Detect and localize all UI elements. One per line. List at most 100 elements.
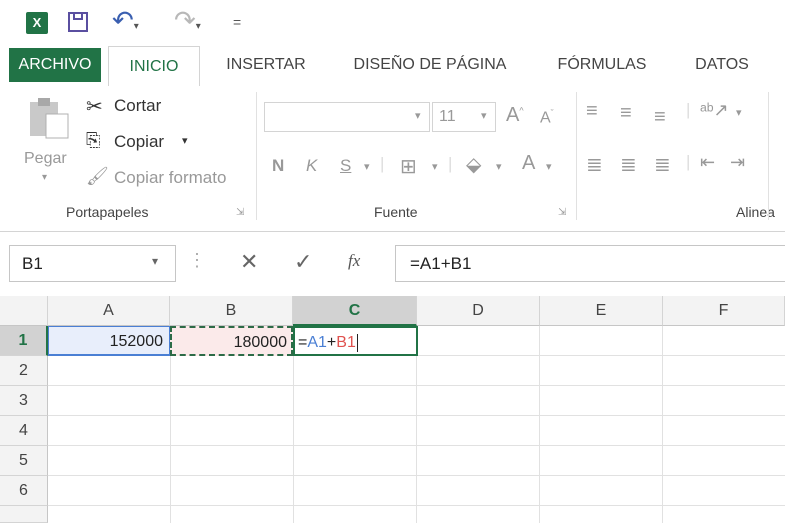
paste-icon <box>30 98 69 139</box>
cell-b1[interactable]: 180000 <box>170 326 293 356</box>
quick-access-toolbar: X ↶▾ ↷▾ = <box>0 0 785 44</box>
underline-button[interactable]: S <box>340 156 351 176</box>
paste-label[interactable]: Pegar <box>24 150 67 168</box>
undo-button[interactable]: ↶▾ <box>112 6 139 41</box>
cell-c1-plus: + <box>326 334 337 351</box>
clipboard-group-label: Portapapeles <box>66 204 149 220</box>
font-launcher-icon[interactable]: ⇲ <box>558 207 566 218</box>
name-box[interactable]: B1 ▾ <box>9 245 176 282</box>
cancel-icon[interactable]: ✕ <box>240 249 258 275</box>
redo-dropdown-icon[interactable]: ▾ <box>196 21 201 32</box>
column-header-c[interactable]: C <box>293 296 417 326</box>
undo-dropdown-icon[interactable]: ▾ <box>134 21 139 32</box>
format-painter-button[interactable]: 🖌 Copiar formato <box>86 166 246 192</box>
align-middle-icon[interactable]: ≡ <box>620 102 632 125</box>
cut-button[interactable]: ✂ Cortar <box>86 94 206 120</box>
name-box-value: B1 <box>22 254 43 273</box>
row-header-2[interactable]: 2 <box>0 356 48 386</box>
paste-button[interactable] <box>24 94 72 142</box>
row-header-1[interactable]: 1 <box>0 326 48 356</box>
align-center-icon[interactable]: ≣ <box>620 152 637 177</box>
save-icon[interactable] <box>68 12 88 32</box>
group-divider <box>576 92 577 220</box>
font-name-dropdown-icon[interactable]: ▾ <box>415 109 421 122</box>
align-right-icon[interactable]: ≣ <box>654 152 671 177</box>
copy-icon: ⎘ <box>86 130 101 150</box>
borders-dropdown-icon[interactable]: ▾ <box>432 160 438 173</box>
row-header-3[interactable]: 3 <box>0 386 48 416</box>
fill-color-dropdown-icon[interactable]: ▾ <box>496 160 502 173</box>
font-color-dropdown-icon[interactable]: ▾ <box>546 160 552 173</box>
row-header-4[interactable]: 4 <box>0 416 48 446</box>
underline-dropdown-icon[interactable]: ▾ <box>364 160 370 173</box>
group-divider: | <box>448 154 453 173</box>
copy-button[interactable]: ⎘ Copiar ▾ <box>86 130 206 156</box>
ribbon-tabs: ARCHIVO INICIO INSERTAR DISEÑO DE PÁGINA… <box>0 44 785 87</box>
font-size-box[interactable]: 11 ▾ <box>432 102 496 132</box>
increase-font-icon[interactable]: A^ <box>506 104 524 127</box>
column-header-d[interactable]: D <box>417 296 540 326</box>
group-divider <box>768 92 769 220</box>
insert-function-button[interactable]: fx <box>348 251 360 271</box>
formula-input[interactable]: =A1+B1 <box>395 245 785 282</box>
redo-icon: ↷ <box>174 5 196 35</box>
tab-diseno-de-pagina[interactable]: DISEÑO DE PÁGINA <box>338 44 522 86</box>
borders-icon[interactable]: ⊞ <box>400 154 417 179</box>
name-box-dropdown-icon[interactable]: ▾ <box>152 254 158 268</box>
tab-datos[interactable]: DATOS <box>680 44 764 86</box>
increase-indent-icon[interactable]: ⇥ <box>730 152 745 173</box>
enter-icon[interactable]: ✓ <box>294 249 312 275</box>
font-size-dropdown-icon[interactable]: ▾ <box>481 109 487 122</box>
clipboard-launcher-icon[interactable]: ⇲ <box>236 207 244 218</box>
column-header-a[interactable]: A <box>48 296 170 326</box>
tab-archivo[interactable]: ARCHIVO <box>9 48 101 82</box>
spreadsheet-grid: A B C D E F 1 2 3 4 5 6 152000 180000 =A… <box>0 296 785 523</box>
align-bottom-icon[interactable]: ≡ <box>654 106 666 129</box>
font-name-box[interactable]: ▾ <box>264 102 430 132</box>
column-header-b[interactable]: B <box>170 296 293 326</box>
undo-icon: ↶ <box>112 5 134 35</box>
copy-label: Copiar <box>114 132 165 151</box>
alignment-group-label: Alinea <box>736 204 775 220</box>
column-header-e[interactable]: E <box>540 296 663 326</box>
row-header-5[interactable]: 5 <box>0 446 48 476</box>
cell-c1[interactable]: =A1+B1 <box>293 326 418 356</box>
orientation-dropdown-icon[interactable]: ▾ <box>736 106 742 119</box>
group-divider: | <box>686 100 691 119</box>
cell-a1[interactable]: 152000 <box>48 326 170 356</box>
tab-inicio[interactable]: INICIO <box>108 46 200 87</box>
paste-dropdown-icon[interactable]: ▾ <box>42 172 47 183</box>
bold-button[interactable]: N <box>272 156 284 176</box>
align-top-icon[interactable]: ≡ <box>586 100 598 123</box>
formula-buttons: ✕ ✓ fx <box>220 245 395 282</box>
align-left-icon[interactable]: ≣ <box>586 152 603 177</box>
formula-bar-splitter-icon[interactable]: ⋮ <box>188 250 206 271</box>
orientation-icon[interactable]: ᵃᵇ↗ <box>700 100 729 121</box>
text-cursor <box>356 333 358 352</box>
copy-dropdown-icon[interactable]: ▾ <box>182 134 188 147</box>
tab-formulas[interactable]: FÓRMULAS <box>544 44 660 86</box>
group-divider: | <box>686 152 691 171</box>
font-color-icon[interactable]: A <box>522 152 535 175</box>
fill-color-icon[interactable]: ⬙ <box>466 152 481 177</box>
excel-logo-icon: X <box>26 12 48 34</box>
format-painter-icon: 🖌 <box>86 166 109 186</box>
customize-toolbar-icon[interactable]: = <box>233 14 241 30</box>
ribbon: Pegar ▾ ✂ Cortar ⎘ Copiar ▾ 🖌 Copiar for… <box>0 86 785 232</box>
scissors-icon: ✂ <box>86 96 103 118</box>
decrease-indent-icon[interactable]: ⇤ <box>700 152 715 173</box>
italic-button[interactable]: K <box>306 156 317 176</box>
cut-label: Cortar <box>114 96 162 115</box>
cell-c1-ref-b1: B1 <box>336 334 356 351</box>
font-size-value: 11 <box>439 108 456 125</box>
row-header-7[interactable] <box>0 506 48 523</box>
formula-text: =A1+B1 <box>410 254 472 273</box>
select-all-corner[interactable] <box>0 296 48 326</box>
decrease-font-icon[interactable]: Aˇ <box>540 108 554 127</box>
format-painter-label: Copiar formato <box>114 168 227 187</box>
row-header-6[interactable]: 6 <box>0 476 48 506</box>
group-divider: | <box>380 154 385 173</box>
column-header-f[interactable]: F <box>663 296 785 326</box>
redo-button[interactable]: ↷▾ <box>174 6 201 41</box>
tab-insertar[interactable]: INSERTAR <box>214 44 318 86</box>
